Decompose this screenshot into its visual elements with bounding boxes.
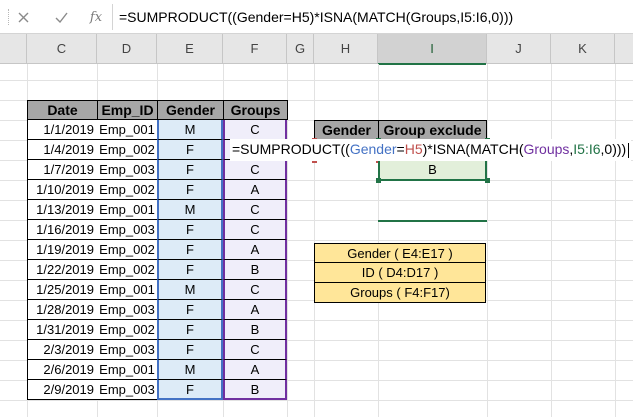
column-header-f[interactable]: F — [223, 34, 287, 64]
cell-emp-id[interactable]: Emp_002 — [97, 140, 158, 160]
cell-groups[interactable]: A — [223, 300, 287, 320]
cell-date[interactable]: 1/25/2019 — [27, 280, 98, 300]
formula-ref-groups: Groups — [523, 141, 570, 157]
cell-emp-id[interactable]: Emp_001 — [97, 360, 158, 380]
cell-date[interactable]: 2/3/2019 — [27, 340, 98, 360]
cell-date[interactable]: 2/9/2019 — [27, 380, 98, 400]
formula-bar: fx =SUMPRODUCT((Gender=H5)*ISNA(MATCH(Gr… — [0, 0, 633, 34]
formula-input[interactable]: =SUMPRODUCT((Gender=H5)*ISNA(MATCH(Group… — [112, 4, 633, 30]
cell-emp-id[interactable]: Emp_002 — [97, 320, 158, 340]
cell-groups[interactable]: B — [223, 320, 287, 340]
cell-emp-id[interactable]: Emp_002 — [97, 180, 158, 200]
formula-part-close: ,0))) — [600, 141, 627, 157]
formula-part-equals: = — [396, 141, 405, 157]
cell-gender[interactable]: F — [157, 380, 223, 400]
cell-date[interactable]: 1/19/2019 — [27, 240, 98, 260]
header-gender: Gender — [157, 100, 224, 120]
formula-ref-range: I5:I6 — [573, 141, 601, 157]
cell-gender[interactable]: F — [157, 220, 223, 240]
formula-ref-gender: Gender — [349, 141, 397, 157]
select-all-corner[interactable] — [0, 34, 27, 64]
cell-groups[interactable]: C — [223, 120, 287, 140]
cell-groups[interactable]: A — [223, 180, 287, 200]
cell-edit-formula[interactable]: =SUMPRODUCT((Gender=H5)*ISNA(MATCH(Group… — [230, 139, 632, 161]
column-header-k[interactable]: K — [551, 34, 615, 64]
cell-date[interactable]: 1/13/2019 — [27, 200, 98, 220]
cell-gender[interactable]: F — [157, 140, 223, 160]
column-header-d[interactable]: D — [97, 34, 157, 64]
lookup-header-exclude: Group exclude — [378, 120, 487, 140]
formula-part-isna-match: )*ISNA(MATCH( — [422, 141, 524, 157]
header-groups: Groups — [223, 100, 288, 120]
cell-date[interactable]: 1/28/2019 — [27, 300, 98, 320]
cancel-icon[interactable] — [10, 0, 36, 34]
cell-emp-id[interactable]: Emp_001 — [97, 120, 158, 140]
cell-groups[interactable]: C — [223, 200, 287, 220]
lookup-header-gender: Gender — [314, 120, 379, 140]
cell-date[interactable]: 1/1/2019 — [27, 120, 98, 140]
cell-groups[interactable]: C — [223, 220, 287, 240]
cell-gender[interactable]: F — [157, 260, 223, 280]
cell-groups[interactable]: C — [223, 280, 287, 300]
cell-gender[interactable]: M — [157, 280, 223, 300]
header-date: Date — [27, 100, 98, 120]
cell-date[interactable]: 1/4/2019 — [27, 140, 98, 160]
named-range-gender: Gender ( E4:E17 ) — [314, 243, 486, 263]
cell-gender[interactable]: F — [157, 160, 223, 180]
cell-date[interactable]: 1/16/2019 — [27, 220, 98, 240]
cell-emp-id[interactable]: Emp_003 — [97, 340, 158, 360]
cell-emp-id[interactable]: Emp_002 — [97, 260, 158, 280]
cell-groups[interactable]: A — [223, 360, 287, 380]
formula-part-function: =SUMPRODUCT(( — [232, 141, 350, 157]
column-header-bar: C D E F G H I J K — [0, 34, 633, 65]
column-header-g[interactable]: G — [287, 34, 314, 64]
text-cursor — [628, 142, 630, 158]
cell-emp-id[interactable]: Emp_003 — [97, 380, 158, 400]
cell-groups[interactable]: B — [223, 380, 287, 400]
cell-date[interactable]: 1/22/2019 — [27, 260, 98, 280]
cell-groups[interactable]: B — [223, 260, 287, 280]
cell-gender[interactable]: M — [157, 360, 223, 380]
cell-emp-id[interactable]: Emp_002 — [97, 240, 158, 260]
cell-emp-id[interactable]: Emp_003 — [97, 160, 158, 180]
cell-emp-id[interactable]: Emp_003 — [97, 300, 158, 320]
column-header-h[interactable]: H — [314, 34, 378, 64]
active-cell-indicator — [378, 220, 487, 222]
named-range-groups: Groups ( F4:F17) — [314, 283, 486, 303]
cell-date[interactable]: 1/31/2019 — [27, 320, 98, 340]
cell-gender[interactable]: M — [157, 120, 223, 140]
column-header-i[interactable]: I — [378, 34, 487, 65]
header-emp-id: Emp_ID — [97, 100, 158, 120]
column-header-c[interactable]: C — [27, 34, 97, 64]
cell-groups[interactable]: A — [223, 240, 287, 260]
cell-gender[interactable]: F — [157, 320, 223, 340]
cell-gender[interactable]: F — [157, 180, 223, 200]
formula-ref-h5: H5 — [404, 141, 423, 157]
fx-icon[interactable]: fx — [83, 0, 109, 34]
cell-date[interactable]: 1/10/2019 — [27, 180, 98, 200]
cell-gender[interactable]: F — [157, 340, 223, 360]
cell-emp-id[interactable]: Emp_001 — [97, 200, 158, 220]
column-header-e[interactable]: E — [157, 34, 223, 64]
cell-date[interactable]: 1/7/2019 — [27, 160, 98, 180]
cell-groups[interactable]: C — [223, 160, 287, 180]
worksheet-grid[interactable]: Date Emp_ID Gender Groups 1/1/2019 Emp_00… — [0, 64, 633, 417]
cell-gender[interactable]: M — [157, 200, 223, 220]
cell-date[interactable]: 2/6/2019 — [27, 360, 98, 380]
cell-gender[interactable]: F — [157, 240, 223, 260]
cell-groups[interactable]: C — [223, 340, 287, 360]
cell-gender[interactable]: F — [157, 300, 223, 320]
cell-emp-id[interactable]: Emp_003 — [97, 220, 158, 240]
cell-emp-id[interactable]: Emp_001 — [97, 280, 158, 300]
named-range-id: ID ( D4:D17 ) — [314, 263, 486, 283]
column-header-j[interactable]: J — [487, 34, 551, 64]
enter-icon[interactable] — [48, 0, 74, 34]
